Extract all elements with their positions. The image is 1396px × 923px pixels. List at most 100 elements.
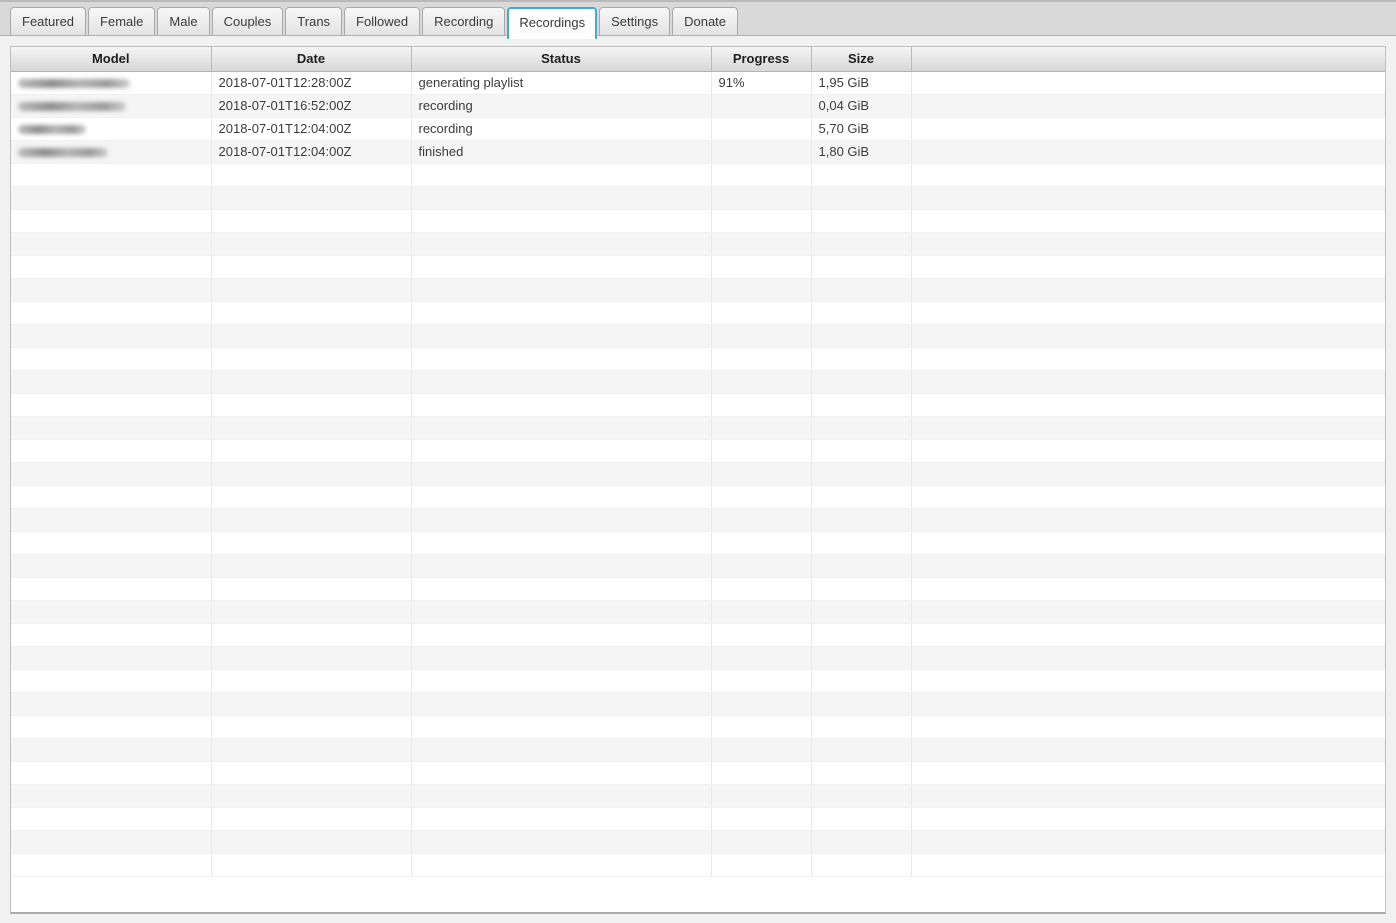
empty-cell bbox=[911, 255, 1385, 279]
table-row-empty[interactable] bbox=[11, 807, 1385, 831]
empty-cell bbox=[811, 577, 912, 601]
empty-cell bbox=[11, 324, 212, 348]
table-row-empty[interactable] bbox=[11, 669, 1385, 693]
table-row[interactable]: 2018-07-01T12:04:00Z recording 5,70 GiB bbox=[11, 117, 1385, 141]
tab-donate[interactable]: Donate bbox=[672, 7, 739, 35]
empty-cell bbox=[211, 784, 412, 808]
table-row-empty[interactable] bbox=[11, 186, 1385, 210]
table-row-empty[interactable] bbox=[11, 163, 1385, 187]
table-row-empty[interactable] bbox=[11, 761, 1385, 785]
empty-cell bbox=[711, 439, 812, 463]
extra-cell bbox=[911, 117, 1385, 141]
empty-cell bbox=[211, 554, 412, 578]
empty-cell bbox=[211, 209, 412, 233]
empty-cell bbox=[911, 853, 1385, 877]
table-row[interactable]: 2018-07-01T12:28:00Z generating playlist… bbox=[11, 71, 1385, 95]
empty-cell bbox=[11, 669, 212, 693]
table-row-empty[interactable] bbox=[11, 508, 1385, 532]
table-row-empty[interactable] bbox=[11, 784, 1385, 808]
redacted-model-name bbox=[18, 125, 86, 135]
empty-cell bbox=[11, 646, 212, 670]
empty-cell bbox=[811, 393, 912, 417]
empty-cell bbox=[711, 646, 812, 670]
empty-cell bbox=[11, 186, 212, 210]
empty-cell bbox=[211, 853, 412, 877]
empty-cell bbox=[711, 370, 812, 394]
empty-cell bbox=[811, 347, 912, 371]
table-row-empty[interactable] bbox=[11, 209, 1385, 233]
table-row-empty[interactable] bbox=[11, 416, 1385, 440]
table-row-empty[interactable] bbox=[11, 324, 1385, 348]
empty-cell bbox=[411, 439, 712, 463]
empty-cell bbox=[811, 853, 912, 877]
tab-featured[interactable]: Featured bbox=[10, 7, 87, 35]
table-row-empty[interactable] bbox=[11, 554, 1385, 578]
column-header-model[interactable]: Model bbox=[11, 47, 212, 72]
empty-cell bbox=[411, 715, 712, 739]
tab-female[interactable]: Female bbox=[88, 7, 156, 35]
empty-cell bbox=[911, 646, 1385, 670]
empty-cell bbox=[411, 600, 712, 624]
empty-cell bbox=[411, 301, 712, 325]
table-row-empty[interactable] bbox=[11, 393, 1385, 417]
empty-cell bbox=[211, 807, 412, 831]
table-row-empty[interactable] bbox=[11, 301, 1385, 325]
tab-couples[interactable]: Couples bbox=[211, 7, 284, 35]
empty-cell bbox=[711, 531, 812, 555]
empty-cell bbox=[11, 531, 212, 555]
empty-cell bbox=[711, 830, 812, 854]
table-row-empty[interactable] bbox=[11, 232, 1385, 256]
empty-cell bbox=[211, 416, 412, 440]
tab-settings[interactable]: Settings bbox=[599, 7, 671, 35]
table-row-empty[interactable] bbox=[11, 830, 1385, 854]
tab-male[interactable]: Male bbox=[157, 7, 210, 35]
empty-cell bbox=[11, 554, 212, 578]
model-cell bbox=[11, 117, 212, 141]
table-row-empty[interactable] bbox=[11, 531, 1385, 555]
empty-cell bbox=[411, 278, 712, 302]
column-header-status[interactable]: Status bbox=[411, 47, 712, 72]
table-row-empty[interactable] bbox=[11, 692, 1385, 716]
empty-cell bbox=[11, 853, 212, 877]
tab-recordings[interactable]: Recordings bbox=[507, 7, 598, 39]
empty-cell bbox=[911, 370, 1385, 394]
empty-cell bbox=[811, 255, 912, 279]
empty-cell bbox=[711, 784, 812, 808]
empty-cell bbox=[211, 715, 412, 739]
column-header-date[interactable]: Date bbox=[211, 47, 412, 72]
table-row-empty[interactable] bbox=[11, 646, 1385, 670]
status-cell: finished bbox=[411, 140, 712, 164]
table-row-empty[interactable] bbox=[11, 715, 1385, 739]
table-row-empty[interactable] bbox=[11, 439, 1385, 463]
table-row-empty[interactable] bbox=[11, 278, 1385, 302]
table-row[interactable]: 2018-07-01T16:52:00Z recording 0,04 GiB bbox=[11, 94, 1385, 118]
empty-cell bbox=[811, 531, 912, 555]
column-header-progress[interactable]: Progress bbox=[711, 47, 812, 72]
empty-cell bbox=[811, 439, 912, 463]
table-row-empty[interactable] bbox=[11, 738, 1385, 762]
table-row[interactable]: 2018-07-01T12:04:00Z finished 1,80 GiB bbox=[11, 140, 1385, 164]
table-row-empty[interactable] bbox=[11, 485, 1385, 509]
empty-cell bbox=[911, 209, 1385, 233]
empty-cell bbox=[811, 807, 912, 831]
status-cell: recording bbox=[411, 94, 712, 118]
empty-cell bbox=[811, 715, 912, 739]
empty-cell bbox=[411, 324, 712, 348]
table-row-empty[interactable] bbox=[11, 853, 1385, 877]
column-header-size[interactable]: Size bbox=[811, 47, 912, 72]
table-row-empty[interactable] bbox=[11, 600, 1385, 624]
tab-followed[interactable]: Followed bbox=[344, 7, 421, 35]
table-row-empty[interactable] bbox=[11, 370, 1385, 394]
size-cell: 5,70 GiB bbox=[811, 117, 912, 141]
table-row-empty[interactable] bbox=[11, 255, 1385, 279]
table-row-empty[interactable] bbox=[11, 462, 1385, 486]
empty-cell bbox=[11, 830, 212, 854]
empty-cell bbox=[411, 554, 712, 578]
table-row-empty[interactable] bbox=[11, 347, 1385, 371]
table-row-empty[interactable] bbox=[11, 623, 1385, 647]
tab-trans[interactable]: Trans bbox=[285, 7, 343, 35]
model-cell bbox=[11, 71, 212, 95]
tab-recording[interactable]: Recording bbox=[422, 7, 506, 35]
empty-cell bbox=[211, 163, 412, 187]
table-row-empty[interactable] bbox=[11, 577, 1385, 601]
